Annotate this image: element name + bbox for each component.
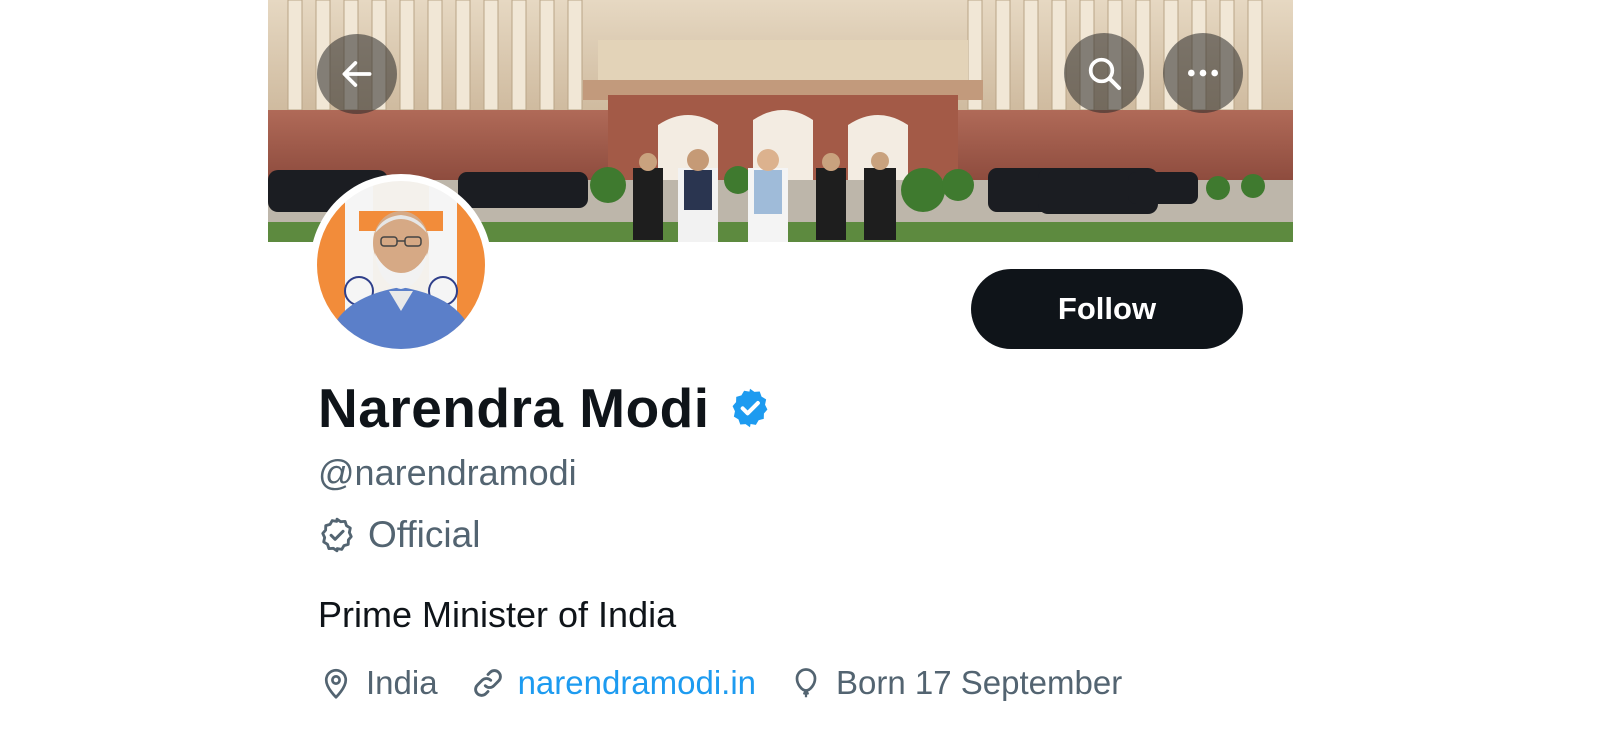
birthday-item: Born 17 September — [788, 664, 1122, 702]
location-pin-icon — [324, 668, 348, 699]
birthday-text: Born 17 September — [836, 664, 1123, 701]
back-button[interactable] — [317, 34, 397, 114]
search-icon — [1088, 57, 1121, 90]
website-item[interactable]: narendramodi.in — [470, 664, 756, 702]
search-button[interactable] — [1064, 33, 1144, 113]
website-link[interactable]: narendramodi.in — [518, 664, 756, 702]
official-label: Official — [368, 514, 481, 555]
official-badge-icon — [321, 517, 353, 553]
handle: @narendramodi — [318, 452, 577, 493]
link-icon — [473, 669, 502, 697]
avatar[interactable] — [310, 174, 492, 356]
official-label-row[interactable]: Official — [318, 512, 480, 558]
location-item: India — [318, 664, 438, 702]
avatar-image — [317, 181, 485, 349]
more-horizontal-icon — [1188, 69, 1218, 77]
name-row: Narendra Modi — [318, 376, 772, 440]
location-text: India — [366, 664, 438, 701]
profile-page: Follow Narendra Modi @narendramodi Offic… — [268, 0, 1293, 729]
bio: Prime Minister of India — [318, 594, 677, 635]
follow-button[interactable]: Follow — [971, 269, 1243, 349]
display-name: Narendra Modi — [318, 377, 710, 439]
more-options-button[interactable] — [1163, 33, 1243, 113]
verified-badge-icon[interactable] — [728, 386, 772, 430]
balloon-icon — [795, 668, 817, 698]
arrow-left-icon — [342, 61, 372, 87]
profile-meta: India narendramodi.in Born 17 September — [318, 660, 1154, 706]
